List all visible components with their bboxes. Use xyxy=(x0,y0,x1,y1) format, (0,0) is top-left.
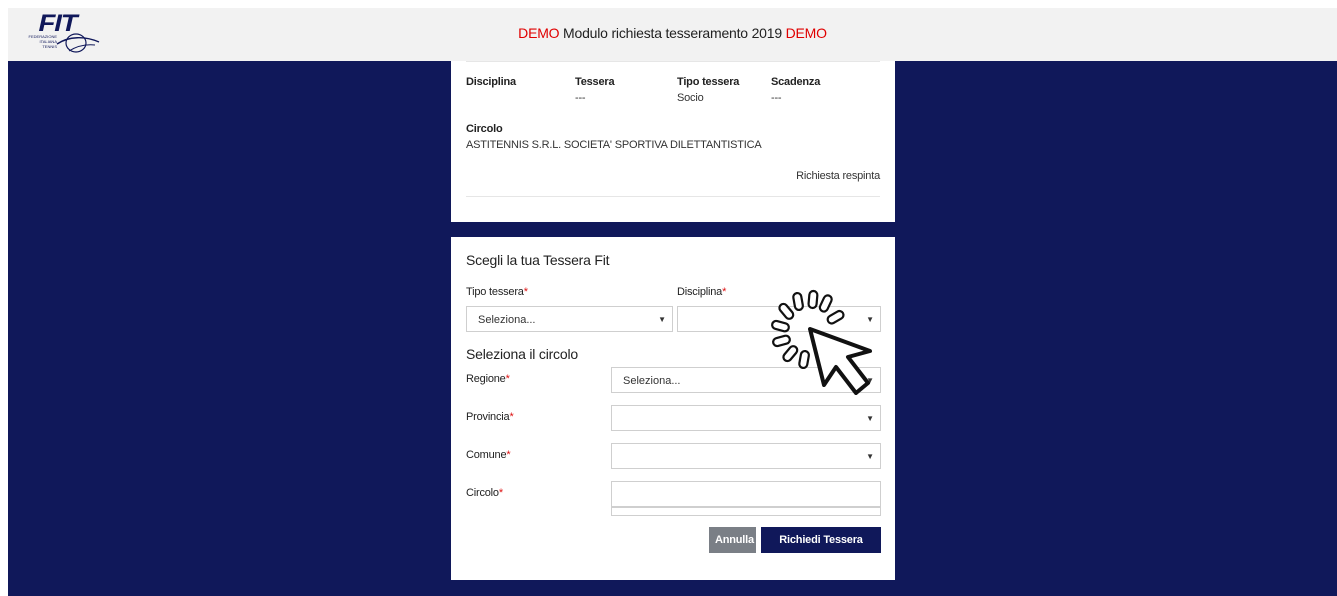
circolo-form-label: Circolo* xyxy=(466,487,503,499)
provincia-label: Provincia* xyxy=(466,411,514,423)
col-label-tipo-tessera: Tipo tessera xyxy=(677,76,740,88)
top-bar: FIT FEDERAZIONE ITALIANA TENNIS DEMO Mod… xyxy=(8,8,1337,61)
dropdown-arrow-icon: ▼ xyxy=(658,315,666,324)
cancel-button[interactable]: Annulla xyxy=(709,527,756,553)
tipo-tessera-label: Tipo tessera* xyxy=(466,286,528,298)
app-frame: FIT FEDERAZIONE ITALIANA TENNIS DEMO Mod… xyxy=(8,8,1337,596)
loading-cursor-icon xyxy=(771,289,872,395)
form-title: Scegli la tua Tessera Fit xyxy=(466,252,610,268)
col-label-disciplina: Disciplina xyxy=(466,76,516,88)
dropdown-arrow-icon: ▼ xyxy=(866,414,874,423)
provincia-select[interactable]: ▼ xyxy=(611,405,881,431)
col-value-tipo-tessera: Socio xyxy=(677,92,704,104)
circolo-input[interactable] xyxy=(611,481,881,507)
divider xyxy=(466,61,880,62)
col-label-scadenza: Scadenza xyxy=(771,76,821,88)
current-membership-card: Disciplina Tessera --- Tipo tessera Soci… xyxy=(451,61,895,222)
col-label-tessera: Tessera xyxy=(575,76,615,88)
divider xyxy=(466,196,880,197)
dropdown-arrow-icon: ▼ xyxy=(866,452,874,461)
status-text: Richiesta respinta xyxy=(796,170,880,182)
disciplina-label: Disciplina* xyxy=(677,286,727,298)
circolo-value: ASTITENNIS S.R.L. SOCIETA' SPORTIVA DILE… xyxy=(466,139,762,151)
page-title: DEMO Modulo richiesta tesseramento 2019 … xyxy=(518,25,827,41)
request-card-button[interactable]: Richiedi Tessera xyxy=(761,527,881,553)
circolo-label: Circolo xyxy=(466,123,503,135)
comune-select[interactable]: ▼ xyxy=(611,443,881,469)
circolo-section-title: Seleziona il circolo xyxy=(466,346,578,362)
regione-label: Regione* xyxy=(466,373,510,385)
col-value-scadenza: --- xyxy=(771,92,782,104)
comune-label: Comune* xyxy=(466,449,511,461)
tipo-tessera-select[interactable]: Seleziona... ▼ xyxy=(466,306,673,332)
col-value-tessera: --- xyxy=(575,92,586,104)
circolo-suggestions-list[interactable] xyxy=(611,507,881,516)
